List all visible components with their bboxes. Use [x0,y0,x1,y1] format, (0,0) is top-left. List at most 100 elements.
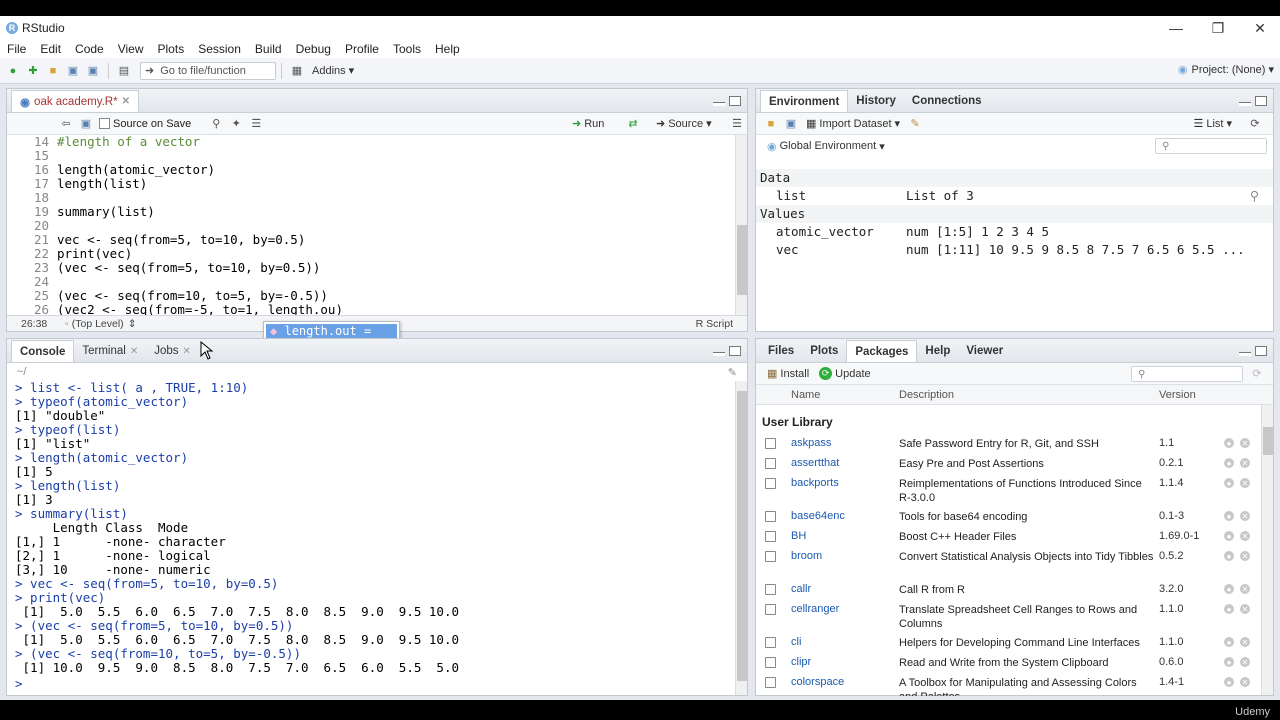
menu-profile[interactable]: Profile [338,42,386,56]
package-checkbox[interactable] [765,551,776,562]
remove-package-icon[interactable]: ✕ [1240,637,1250,647]
close-icon[interactable]: ✕ [1238,16,1280,40]
package-web-icon[interactable]: ● [1224,604,1234,614]
package-web-icon[interactable]: ● [1224,458,1234,468]
close-tab-icon[interactable]: ✕ [130,346,138,357]
package-name[interactable]: assertthat [791,457,839,469]
editor-scrollbar[interactable] [735,135,747,315]
new-file-icon[interactable]: ● [6,64,20,78]
menu-view[interactable]: View [111,42,151,56]
console-output[interactable]: > list <- list( a , TRUE, 1:10) > typeof… [7,381,735,695]
menu-help[interactable]: Help [428,42,467,56]
col-description[interactable]: Description [899,389,954,401]
close-tab-icon[interactable]: ✕ [122,96,130,107]
remove-package-icon[interactable]: ✕ [1240,531,1250,541]
scrollbar-thumb[interactable] [737,225,747,295]
view-data-icon[interactable]: ⚲ [1250,187,1259,205]
close-tab-icon[interactable]: ✕ [183,346,191,357]
magic-wand-icon[interactable]: ✦ [229,117,243,131]
print-icon[interactable]: ▤ [117,64,131,78]
refresh-icon[interactable]: ⟳ [1248,117,1262,131]
menu-plots[interactable]: Plots [151,42,192,56]
code-editor[interactable]: 14 #length of a vector 15 16 length(atomic… [7,135,747,317]
save-workspace-icon[interactable]: ▣ [784,117,798,131]
filetype-selector[interactable]: R Script [696,318,733,330]
update-button[interactable]: ⟳ Update [814,367,875,380]
refresh-icon[interactable]: ⟳ [1250,367,1264,381]
new-project-icon[interactable]: ✚ [26,64,40,78]
remove-package-icon[interactable]: ✕ [1240,657,1250,667]
package-name[interactable]: colorspace [791,676,844,688]
package-checkbox[interactable] [765,677,776,688]
package-name[interactable]: broom [791,550,822,562]
packages-scrollbar[interactable] [1261,405,1273,695]
addins-button[interactable]: Addins ▾ [307,64,359,78]
tab-connections[interactable]: Connections [904,90,990,112]
source-button[interactable]: ➜ Source ▾ [651,117,717,131]
tab-plots[interactable]: Plots [802,340,846,362]
package-name[interactable]: base64enc [791,510,845,522]
package-name[interactable]: askpass [791,437,831,449]
search-icon[interactable]: ⚲ [209,117,223,131]
tab-viewer[interactable]: Viewer [958,340,1011,362]
tab-terminal[interactable]: Terminal ✕ [74,340,146,362]
package-web-icon[interactable]: ● [1224,584,1234,594]
working-directory[interactable]: ~/ [17,366,26,378]
menu-build[interactable]: Build [248,42,289,56]
package-checkbox[interactable] [765,604,776,615]
package-name[interactable]: BH [791,530,806,542]
back-arrow-icon[interactable]: ⇦ [59,117,73,131]
package-name[interactable]: cellranger [791,603,839,615]
col-name[interactable]: Name [791,389,820,401]
minimize-pane-icon[interactable] [713,102,725,106]
open-file-icon[interactable]: ■ [46,64,60,78]
minimize-pane-icon[interactable] [713,352,725,356]
package-web-icon[interactable]: ● [1224,657,1234,667]
menu-session[interactable]: Session [191,42,248,56]
tab-environment[interactable]: Environment [760,90,849,112]
maximize-pane-icon[interactable] [1255,96,1267,106]
remove-package-icon[interactable]: ✕ [1240,511,1250,521]
remove-package-icon[interactable]: ✕ [1240,478,1250,488]
env-row[interactable]: vec num [1:11] 10 9.5 9 8.5 8 7.5 7 6.5 6… [756,241,1273,259]
remove-package-icon[interactable]: ✕ [1240,604,1250,614]
package-checkbox[interactable] [765,438,776,449]
package-checkbox[interactable] [765,584,776,595]
save-all-icon[interactable]: ▣ [86,64,100,78]
tab-oak-academy[interactable]: ◉ oak academy.R* ✕ [11,90,139,112]
source-on-save-checkbox[interactable] [99,118,110,129]
tab-history[interactable]: History [848,90,904,112]
project-menu[interactable]: ◉ Project: (None) ▾ [1178,63,1274,77]
package-name[interactable]: clipr [791,656,811,668]
view-mode-button[interactable]: ☰ List ▾ [1188,117,1237,131]
menu-file[interactable]: File [0,42,33,56]
package-checkbox[interactable] [765,458,776,469]
package-checkbox[interactable] [765,478,776,489]
package-name[interactable]: backports [791,477,839,489]
env-row[interactable]: list List of 3 ⚲ [756,187,1273,205]
packages-search-input[interactable]: ⚲ [1131,366,1243,382]
package-name[interactable]: cli [791,636,801,648]
tab-console[interactable]: Console [11,340,75,362]
environment-search-input[interactable]: ⚲ [1155,138,1267,154]
remove-package-icon[interactable]: ✕ [1240,438,1250,448]
menu-code[interactable]: Code [68,42,111,56]
remove-package-icon[interactable]: ✕ [1240,584,1250,594]
clear-console-icon[interactable]: ✎ [728,366,737,379]
package-web-icon[interactable]: ● [1224,531,1234,541]
minimize-pane-icon[interactable] [1239,102,1251,106]
grid-layout-icon[interactable]: ▦ [290,64,304,78]
package-web-icon[interactable]: ● [1224,438,1234,448]
goto-file-input[interactable]: ➜ Go to file/function [140,61,276,80]
rerun-icon[interactable]: ⇄ [626,117,640,131]
col-version[interactable]: Version [1159,389,1196,401]
package-checkbox[interactable] [765,637,776,648]
package-checkbox[interactable] [765,511,776,522]
autocomplete-item[interactable]: ◆ length.out = [266,324,397,339]
tab-help[interactable]: Help [917,340,958,362]
package-web-icon[interactable]: ● [1224,637,1234,647]
remove-package-icon[interactable]: ✕ [1240,551,1250,561]
package-web-icon[interactable]: ● [1224,478,1234,488]
minimize-pane-icon[interactable] [1239,352,1251,356]
package-checkbox[interactable] [765,657,776,668]
